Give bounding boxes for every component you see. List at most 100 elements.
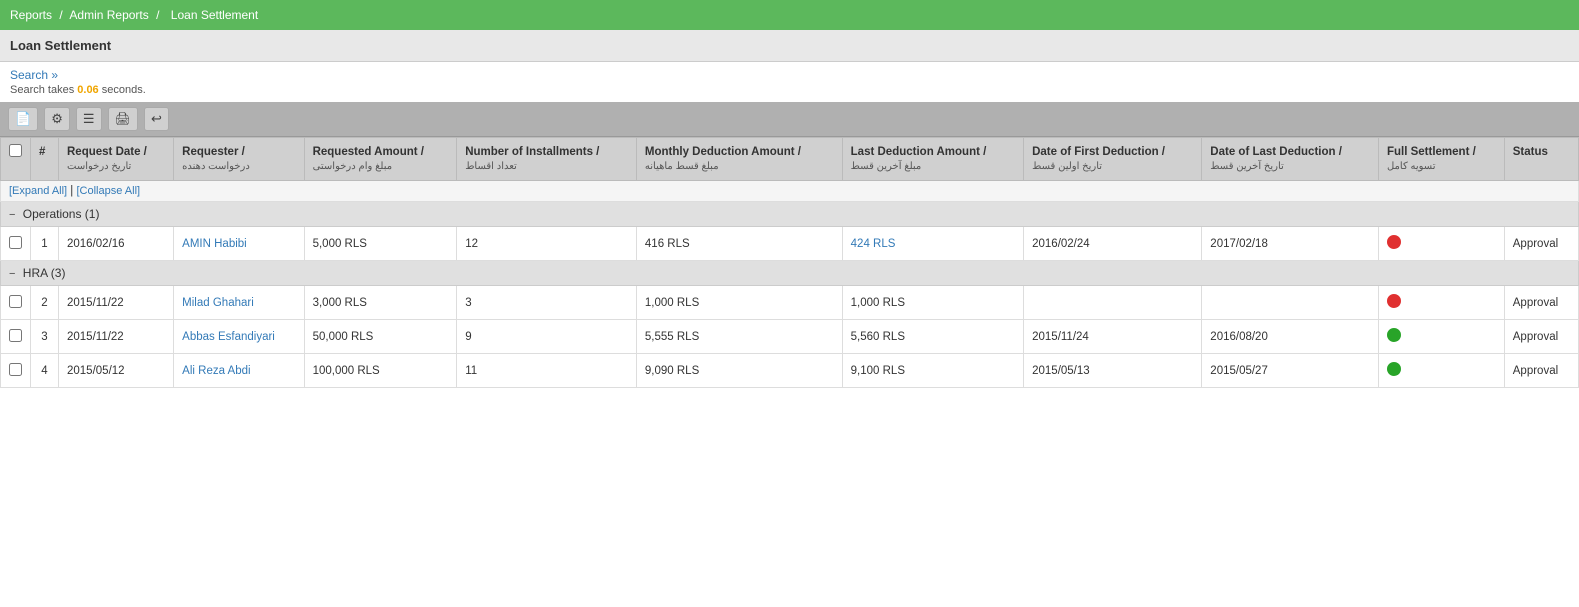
row-status: Approval — [1504, 286, 1578, 320]
row-checkbox[interactable] — [9, 295, 22, 308]
table-row: 4 2015/05/12 Ali Reza Abdi 100,000 RLS 1… — [1, 354, 1579, 388]
row-checkbox-cell — [1, 354, 31, 388]
row-request-date: 2015/11/22 — [59, 320, 174, 354]
row-monthly-deduction: 416 RLS — [636, 227, 842, 261]
header-status: Status — [1504, 138, 1578, 181]
expand-all-link[interactable]: [Expand All] — [9, 185, 67, 197]
header-monthly-deduction: Monthly Deduction Amount / مبلغ قسط ماهی… — [636, 138, 842, 181]
row-full-settlement — [1378, 227, 1504, 261]
row-monthly-deduction: 1,000 RLS — [636, 286, 842, 320]
requester-link[interactable]: Abbas Esfandiyari — [182, 331, 275, 343]
row-last-deduction: 5,560 RLS — [842, 320, 1023, 354]
row-first-deduction-date: 2015/05/13 — [1024, 354, 1202, 388]
row-monthly-deduction: 5,555 RLS — [636, 320, 842, 354]
row-status: Approval — [1504, 320, 1578, 354]
group-header-operations: − Operations (1) — [1, 202, 1579, 227]
settlement-dot — [1387, 294, 1401, 308]
breadcrumb-current: Loan Settlement — [171, 8, 258, 22]
row-last-deduction: 424 RLS — [842, 227, 1023, 261]
row-num: 3 — [31, 320, 59, 354]
row-request-date: 2015/05/12 — [59, 354, 174, 388]
header-installments: Number of Installments / تعداد اقساط — [457, 138, 637, 181]
header-first-deduction-date: Date of First Deduction / تاریخ اولین قس… — [1024, 138, 1202, 181]
table-row: 2 2015/11/22 Milad Ghahari 3,000 RLS 3 1… — [1, 286, 1579, 320]
row-request-date: 2016/02/16 — [59, 227, 174, 261]
row-checkbox[interactable] — [9, 329, 22, 342]
group-header-hra: − HRA (3) — [1, 261, 1579, 286]
row-requester: AMIN Habibi — [174, 227, 304, 261]
row-checkbox-cell — [1, 286, 31, 320]
list-button[interactable]: ☰ — [76, 107, 102, 131]
breadcrumb-reports[interactable]: Reports — [10, 8, 52, 22]
row-num: 1 — [31, 227, 59, 261]
row-last-deduction-date — [1202, 286, 1379, 320]
search-section: Search » Search takes 0.06 seconds. — [0, 62, 1579, 102]
page-title: Loan Settlement — [0, 30, 1579, 62]
copy-button[interactable]: 📄 — [8, 107, 38, 131]
undo-button[interactable]: ↩ — [144, 107, 169, 131]
row-full-settlement — [1378, 286, 1504, 320]
breadcrumb: Reports / Admin Reports / Loan Settlemen… — [0, 0, 1579, 30]
row-last-deduction-date: 2017/02/18 — [1202, 227, 1379, 261]
toolbar: 📄 ⚙ ☰ 🖨 ↩ — [0, 102, 1579, 137]
row-checkbox[interactable] — [9, 236, 22, 249]
header-last-deduction-date: Date of Last Deduction / تاریخ آخرین قسط — [1202, 138, 1379, 181]
row-request-date: 2015/11/22 — [59, 286, 174, 320]
row-checkbox-cell — [1, 320, 31, 354]
table-header-row: # Request Date / تاریخ درخواست Requester… — [1, 138, 1579, 181]
requester-link[interactable]: AMIN Habibi — [182, 238, 247, 250]
row-first-deduction-date: 2015/11/24 — [1024, 320, 1202, 354]
requester-link[interactable]: Milad Ghahari — [182, 297, 254, 309]
main-table: # Request Date / تاریخ درخواست Requester… — [0, 137, 1579, 388]
row-checkbox[interactable] — [9, 363, 22, 376]
row-requester: Abbas Esfandiyari — [174, 320, 304, 354]
last-deduction-link[interactable]: 424 RLS — [851, 238, 896, 250]
group-toggle-hra[interactable]: − — [9, 268, 15, 280]
row-first-deduction-date — [1024, 286, 1202, 320]
settlement-dot — [1387, 328, 1401, 342]
breadcrumb-admin-reports[interactable]: Admin Reports — [69, 8, 148, 22]
row-requested-amount: 50,000 RLS — [304, 320, 457, 354]
row-requested-amount: 100,000 RLS — [304, 354, 457, 388]
header-requester: Requester / درخواست دهنده — [174, 138, 304, 181]
table-row: 1 2016/02/16 AMIN Habibi 5,000 RLS 12 41… — [1, 227, 1579, 261]
header-checkbox — [1, 138, 31, 181]
row-installments: 11 — [457, 354, 637, 388]
row-full-settlement — [1378, 354, 1504, 388]
row-installments: 3 — [457, 286, 637, 320]
row-num: 4 — [31, 354, 59, 388]
header-requested-amount: Requested Amount / مبلغ وام درخواستی — [304, 138, 457, 181]
row-full-settlement — [1378, 320, 1504, 354]
row-first-deduction-date: 2016/02/24 — [1024, 227, 1202, 261]
collapse-all-link[interactable]: [Collapse All] — [76, 185, 140, 197]
header-last-deduction: Last Deduction Amount / مبلغ آخرین قسط — [842, 138, 1023, 181]
row-requested-amount: 5,000 RLS — [304, 227, 457, 261]
requester-link[interactable]: Ali Reza Abdi — [182, 365, 250, 377]
row-requester: Ali Reza Abdi — [174, 354, 304, 388]
settlement-dot — [1387, 235, 1401, 249]
row-num: 2 — [31, 286, 59, 320]
row-status: Approval — [1504, 354, 1578, 388]
header-request-date: Request Date / تاریخ درخواست — [59, 138, 174, 181]
print-button[interactable]: 🖨 — [108, 107, 139, 131]
header-full-settlement: Full Settlement / تسویه کامل — [1378, 138, 1504, 181]
table-container: # Request Date / تاریخ درخواست Requester… — [0, 137, 1579, 388]
row-last-deduction-date: 2016/08/20 — [1202, 320, 1379, 354]
search-toggle[interactable]: Search » — [10, 68, 58, 82]
row-last-deduction-date: 2015/05/27 — [1202, 354, 1379, 388]
row-monthly-deduction: 9,090 RLS — [636, 354, 842, 388]
settlement-dot — [1387, 362, 1401, 376]
row-requester: Milad Ghahari — [174, 286, 304, 320]
search-time: Search takes 0.06 seconds. — [10, 84, 1569, 96]
settings-button[interactable]: ⚙ — [44, 107, 70, 131]
row-installments: 12 — [457, 227, 637, 261]
group-toggle-operations[interactable]: − — [9, 209, 15, 221]
row-last-deduction: 1,000 RLS — [842, 286, 1023, 320]
row-installments: 9 — [457, 320, 637, 354]
expand-collapse-row: [Expand All] | [Collapse All] — [1, 181, 1579, 202]
header-num: # — [31, 138, 59, 181]
row-last-deduction: 9,100 RLS — [842, 354, 1023, 388]
row-checkbox-cell — [1, 227, 31, 261]
select-all-checkbox[interactable] — [9, 144, 22, 157]
row-status: Approval — [1504, 227, 1578, 261]
